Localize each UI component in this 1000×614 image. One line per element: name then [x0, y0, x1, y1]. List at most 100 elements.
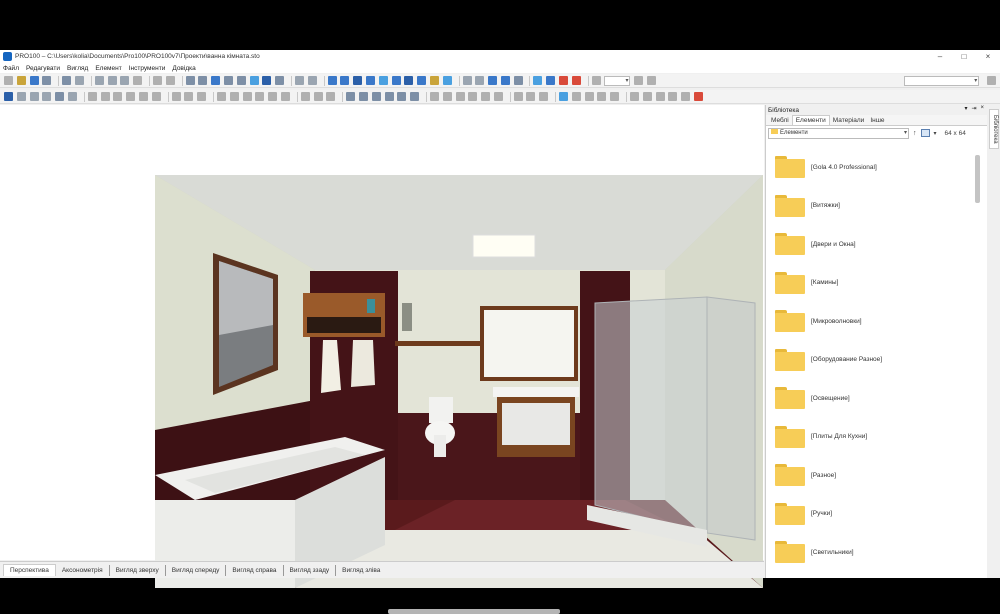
- menu-tools[interactable]: Інструменти: [129, 65, 166, 72]
- snap-back-icon[interactable]: [255, 92, 265, 101]
- tab-top-view[interactable]: Вигляд зверху: [110, 564, 166, 576]
- library-close-button[interactable]: ×: [980, 105, 984, 112]
- tab-left-view[interactable]: Вигляд зліва: [336, 565, 386, 576]
- print-preview-icon[interactable]: [74, 76, 84, 85]
- library-list[interactable]: [Gola 4.0 Professional] [Витяжки] [Двери…: [766, 150, 976, 575]
- side-tab-library[interactable]: Бібліотека: [989, 109, 999, 149]
- list-item[interactable]: [Освещение]: [775, 381, 850, 415]
- menu-view[interactable]: Вигляд: [67, 65, 88, 72]
- distribute-v-icon[interactable]: [184, 92, 194, 101]
- tab-front-view[interactable]: Вигляд спереду: [166, 564, 227, 576]
- group-icon[interactable]: [185, 76, 195, 85]
- eyedropper-icon[interactable]: [42, 92, 52, 101]
- rotate-free-icon[interactable]: [539, 92, 549, 101]
- snap-icon[interactable]: [249, 76, 259, 85]
- align-bottom-icon[interactable]: [151, 92, 161, 101]
- save-icon[interactable]: [29, 76, 39, 85]
- list-item[interactable]: [Светильники]: [775, 535, 854, 569]
- list-item[interactable]: [Витяжки]: [775, 189, 840, 223]
- view-mode-dropdown[interactable]: ▾: [934, 130, 937, 137]
- menu-file[interactable]: Файл: [3, 65, 19, 72]
- library-menu-button[interactable]: ▾: [964, 105, 967, 112]
- maximize-button[interactable]: □: [952, 50, 976, 63]
- list-item[interactable]: [Плиты Для Кухни]: [775, 420, 867, 454]
- snap-left-icon[interactable]: [216, 92, 226, 101]
- toolbar-extra-icon[interactable]: [987, 76, 997, 85]
- tab-elements[interactable]: Елементи: [791, 115, 830, 125]
- align-front-icon[interactable]: [113, 92, 123, 101]
- undo-icon[interactable]: [152, 76, 162, 85]
- camera-icon[interactable]: [442, 76, 452, 85]
- view-walls-icon[interactable]: [391, 76, 401, 85]
- view-combo[interactable]: ▾: [904, 75, 980, 86]
- close-button[interactable]: ×: [976, 50, 1000, 63]
- library-path-combo[interactable]: Елементи ▾: [768, 127, 909, 139]
- join-icon[interactable]: [493, 92, 503, 101]
- material-icon[interactable]: [630, 92, 640, 101]
- properties-icon[interactable]: [211, 76, 221, 85]
- align-top-icon[interactable]: [138, 92, 148, 101]
- move-icon[interactable]: [533, 76, 543, 85]
- panel-icon[interactable]: [384, 92, 394, 101]
- open-folder-icon[interactable]: [16, 76, 26, 85]
- ellipse-icon[interactable]: [668, 92, 678, 101]
- attach-icon[interactable]: [236, 76, 246, 85]
- list-item[interactable]: [Ручки]: [775, 497, 832, 531]
- drawer-icon[interactable]: [358, 92, 368, 101]
- texture-fit-icon[interactable]: [655, 92, 665, 101]
- menu-help[interactable]: Довідка: [172, 65, 195, 72]
- light-icon[interactable]: [262, 76, 272, 85]
- tab-furniture[interactable]: Меблі: [768, 116, 792, 125]
- zoom-combo[interactable]: ▾: [604, 75, 631, 86]
- move-element-icon[interactable]: [16, 92, 26, 101]
- wireframe-icon[interactable]: [500, 76, 510, 85]
- cut-element-icon[interactable]: [481, 92, 491, 101]
- snap-bottom-icon[interactable]: [280, 92, 290, 101]
- tab-axonometry[interactable]: Аксонометрія: [56, 564, 110, 576]
- zoom-all-icon[interactable]: [647, 76, 657, 85]
- list-item[interactable]: [Двери и Окна]: [775, 227, 856, 261]
- edge-icon[interactable]: [584, 92, 594, 101]
- new-file-icon[interactable]: [4, 76, 13, 85]
- eraser-icon[interactable]: [67, 92, 77, 101]
- library-pin-button[interactable]: ⇥: [971, 105, 976, 112]
- snap-right-icon[interactable]: [229, 92, 239, 101]
- minimize-button[interactable]: –: [928, 50, 952, 63]
- folder-up-button[interactable]: ↑: [913, 130, 917, 137]
- shelf-icon[interactable]: [371, 92, 381, 101]
- grid-icon[interactable]: [488, 76, 498, 85]
- stop-icon[interactable]: [694, 92, 704, 101]
- redo-icon[interactable]: [165, 76, 175, 85]
- view-texture-icon[interactable]: [365, 76, 375, 85]
- menu-element[interactable]: Елемент: [95, 65, 121, 72]
- tab-perspective[interactable]: Перспектива: [3, 564, 56, 576]
- array-icon[interactable]: [468, 92, 478, 101]
- mirror-icon[interactable]: [429, 92, 439, 101]
- snap-top-icon[interactable]: [268, 92, 278, 101]
- tab-back-view[interactable]: Вигляд ззаду: [284, 564, 337, 576]
- print-icon[interactable]: [62, 76, 72, 85]
- view-floor-icon[interactable]: [404, 76, 414, 85]
- view-3d-icon[interactable]: [327, 76, 337, 85]
- flip-icon[interactable]: [442, 92, 452, 101]
- tab-materials[interactable]: Матеріали: [830, 116, 868, 125]
- cut-icon[interactable]: [94, 76, 104, 85]
- size-height-icon[interactable]: [313, 92, 323, 101]
- measure-icon[interactable]: [462, 76, 472, 85]
- curve-icon[interactable]: [571, 92, 581, 101]
- 3d-viewport[interactable]: [0, 105, 764, 614]
- report-icon[interactable]: [294, 76, 304, 85]
- size-depth-icon[interactable]: [326, 92, 336, 101]
- ungroup-icon[interactable]: [198, 76, 208, 85]
- save-as-icon[interactable]: [42, 76, 52, 85]
- rotate-right-icon[interactable]: [526, 92, 536, 101]
- zoom-icon[interactable]: [591, 76, 601, 85]
- bevel-icon[interactable]: [597, 92, 607, 101]
- align-back-icon[interactable]: [126, 92, 136, 101]
- view-wire-icon[interactable]: [340, 76, 350, 85]
- link-icon[interactable]: [223, 76, 233, 85]
- paint-icon[interactable]: [55, 92, 65, 101]
- delete-icon[interactable]: [133, 76, 143, 85]
- view-mode-icon[interactable]: [920, 129, 930, 137]
- rotate-left-icon[interactable]: [513, 92, 523, 101]
